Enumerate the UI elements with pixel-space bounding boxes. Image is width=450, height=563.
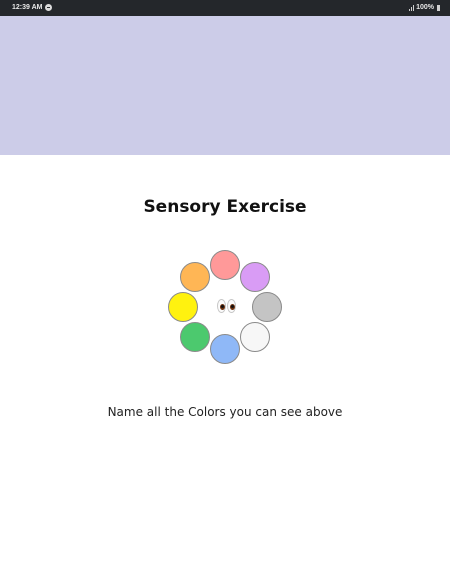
color-circle-yellow (168, 292, 198, 322)
color-circle-blue (210, 334, 240, 364)
notification-icon (45, 4, 53, 11)
color-circle-white (239, 321, 270, 352)
status-time: 12:39 AM (12, 4, 43, 11)
left-eye (217, 299, 226, 313)
header-band (0, 16, 450, 155)
battery-level: 100% (416, 4, 434, 11)
status-bar: 12:39 AM 100% (0, 0, 450, 16)
signal-icon (409, 4, 415, 11)
battery-icon (437, 4, 440, 11)
status-right: 100% (409, 4, 440, 11)
eyes-icon (217, 299, 236, 313)
color-circle-orange (180, 262, 211, 293)
instruction-text: Name all the Colors you can see above (107, 405, 343, 419)
color-circle-green (180, 321, 211, 352)
exercise-title: Sensory Exercise (143, 197, 307, 217)
status-left: 12:39 AM (12, 4, 53, 11)
right-eye (227, 299, 236, 313)
color-circle-purple (239, 262, 270, 293)
color-circle-red (210, 250, 240, 280)
color-circle-gray (252, 292, 282, 322)
